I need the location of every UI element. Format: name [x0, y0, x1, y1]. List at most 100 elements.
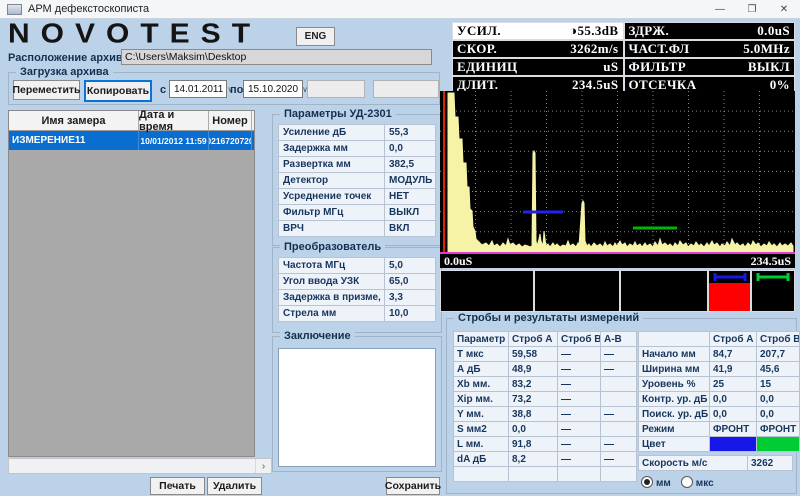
radio-icon[interactable]: [641, 476, 653, 488]
move-button[interactable]: Переместить: [13, 80, 80, 100]
archive-location-input[interactable]: C:\Users\Maksim\Desktop: [121, 49, 432, 65]
strobes-group: Стробы и результаты измерений ПараметрСт…: [446, 318, 797, 494]
table-cell: —: [558, 347, 601, 362]
scale-left-value: 0.0uS: [444, 254, 472, 269]
screen-param-label: УСИЛ.: [457, 23, 501, 39]
table-row: Xb мм.83,2—: [454, 377, 637, 392]
column-header: Строб А: [710, 332, 757, 347]
param-label: ВРЧ: [279, 221, 384, 236]
table-cell: А дБ: [454, 362, 509, 377]
conclusion-textarea[interactable]: [278, 348, 436, 467]
table-cell: 84,7: [710, 347, 757, 362]
table-cell: 45,6: [757, 362, 800, 377]
param-value: 65,0: [385, 274, 435, 289]
table-cell[interactable]: 0216720720: [209, 131, 252, 150]
param-value: 0,0: [385, 141, 435, 156]
transducer-title: Преобразователь: [280, 241, 385, 253]
table-cell: dA дБ: [454, 452, 509, 467]
unit-radio-мкс[interactable]: мкс: [681, 476, 714, 489]
param-value: НЕТ: [385, 189, 435, 204]
table-cell: [454, 467, 509, 482]
table-cell: [601, 377, 637, 392]
measurements-table[interactable]: Имя замераДата и времяНомер ИЗМЕРЕНИЕ111…: [8, 110, 255, 457]
param-label: Фильтр МГц: [279, 205, 384, 220]
disabled-field-1: [307, 80, 365, 98]
language-button[interactable]: ENG: [296, 27, 335, 46]
table-cell[interactable]: ИЗМЕРЕНИЕ11: [9, 131, 139, 150]
table-cell: 0,0: [757, 407, 800, 422]
table-row: L мм.91,8——: [454, 437, 637, 452]
date-from-value: 14.01.2011: [174, 84, 223, 95]
results-table: ПараметрСтроб АСтроб ВА-ВТ мкс59,58——А д…: [453, 331, 637, 482]
param-label: Развертка мм: [279, 157, 384, 172]
table-row: Т мкс59,58——: [454, 347, 637, 362]
archive-location-label: Расположение архива:: [8, 52, 132, 64]
time-scale-bar: 0.0uS 234.5uS: [440, 252, 795, 268]
table-cell: Ширина мм: [639, 362, 710, 377]
app-icon: [7, 4, 22, 15]
print-button[interactable]: Печать: [150, 477, 205, 495]
radio-icon[interactable]: [681, 476, 693, 488]
table-cell: Поиск. ур. дБ: [639, 407, 710, 422]
table-cell: —: [558, 392, 601, 407]
table-row: Начало мм84,7207,7: [639, 347, 800, 362]
table-row-selected[interactable]: ИЗМЕРЕНИЕ1110/01/2012 11:590216720720: [9, 131, 254, 150]
table-cell: [601, 467, 637, 482]
screen-param-label: СКОР.: [457, 41, 497, 57]
radio-label: мкс: [696, 478, 714, 489]
table-cell: L мм.: [454, 437, 509, 452]
table-cell: 83,2: [509, 377, 558, 392]
scroll-right-icon[interactable]: ›: [255, 459, 271, 473]
table-cell: 41,9: [710, 362, 757, 377]
table-cell: 59,58: [509, 347, 558, 362]
table-row: Ширина мм41,945,6: [639, 362, 800, 377]
table-row: dA дБ8,2——: [454, 452, 637, 467]
column-header[interactable]: Имя замера: [9, 111, 139, 130]
maximize-button[interactable]: ❐: [736, 0, 768, 18]
param-label: Детектор: [279, 173, 384, 188]
table-cell: —: [601, 362, 637, 377]
close-button[interactable]: ✕: [768, 0, 800, 18]
column-header[interactable]: Дата и время: [139, 111, 209, 130]
date-to-picker[interactable]: 15.10.2020 ∨: [243, 80, 303, 98]
param-value: ВЫКЛ: [385, 205, 435, 220]
screen-param-label: ЗДРЖ.: [629, 23, 670, 39]
strobe-color-swatch: [710, 437, 757, 452]
minimize-button[interactable]: —: [704, 0, 736, 18]
table-cell: Скорость м/с: [639, 456, 748, 471]
table-cell: 15: [757, 377, 800, 392]
unit-radio-мм[interactable]: мм: [641, 476, 671, 489]
screen-param-value: ВЫКЛ: [748, 59, 790, 75]
date-from-picker[interactable]: 14.01.2011 ∨: [169, 80, 227, 98]
table-row: [454, 467, 637, 482]
param-label: Усиление дБ: [279, 125, 384, 140]
table-cell: ФРОНТ: [710, 422, 757, 437]
screen-param-1: УСИЛ. ◑55.3dB: [453, 23, 623, 39]
param-value: МОДУЛЬ: [385, 173, 435, 188]
column-header: Строб В: [757, 332, 800, 347]
transducer-group: Преобразователь Частота МГц5,0Угол ввода…: [272, 247, 442, 333]
horizontal-scrollbar[interactable]: ›: [8, 458, 272, 474]
screen-param-value: 0.0uS: [757, 23, 790, 39]
date-from-label: с: [160, 84, 166, 96]
param-label: Стрела мм: [279, 306, 384, 321]
param-value: 55,3: [385, 125, 435, 140]
save-button[interactable]: Сохранить: [386, 477, 440, 495]
screen-param-6: ФИЛЬТРВЫКЛ: [625, 59, 795, 75]
screen-param-value: ◑55.3dB: [569, 23, 618, 39]
table-cell[interactable]: 10/01/2012 11:59: [139, 131, 209, 150]
copy-button[interactable]: Копировать: [84, 80, 152, 102]
novotest-logo: NOVOTEST: [8, 18, 261, 49]
table-cell: —: [558, 422, 601, 437]
param-value: ВКЛ: [385, 221, 435, 236]
table-row: А дБ48,9——: [454, 362, 637, 377]
strobes-group-title: Стробы и результаты измерений: [454, 312, 643, 324]
table-row: Контр. ур. дБ0,00,0: [639, 392, 800, 407]
date-to-value: 15.10.2020: [248, 84, 298, 95]
table-cell: —: [558, 407, 601, 422]
delete-button[interactable]: Удалить: [207, 477, 262, 495]
column-header[interactable]: Номер: [209, 111, 252, 130]
footer-cell-3: [621, 271, 707, 311]
screen-param-2: ЗДРЖ. 0.0uS: [625, 23, 795, 39]
table-cell: 8,2: [509, 452, 558, 467]
